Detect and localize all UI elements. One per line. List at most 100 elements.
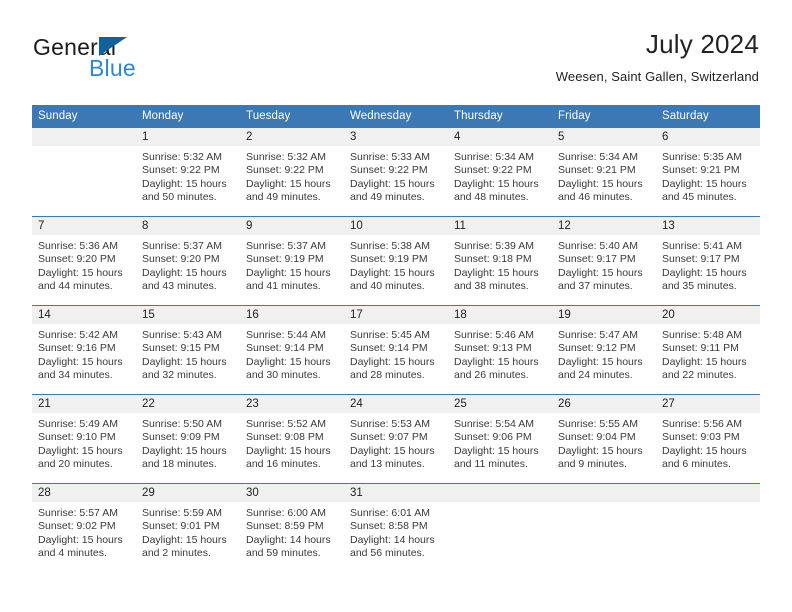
daylight-text-line2: and 44 minutes. xyxy=(38,280,113,293)
sunset-text: Sunset: 9:07 PM xyxy=(350,431,428,444)
weekday-header-friday: Friday xyxy=(552,105,656,128)
page-header: General Blue July 2024 Weesen, Saint Gal… xyxy=(33,28,759,92)
sunset-text: Sunset: 9:09 PM xyxy=(142,431,220,444)
sunrise-text: Sunrise: 5:45 AM xyxy=(350,329,430,341)
sunrise-text: Sunrise: 6:01 AM xyxy=(350,507,430,519)
sunrise-text: Sunrise: 5:49 AM xyxy=(38,418,118,430)
calendar-header-row: Sunday Monday Tuesday Wednesday Thursday… xyxy=(32,105,760,128)
day-cell[interactable]: 2 Sunrise: 5:32 AM Sunset: 9:22 PM Daylight… xyxy=(240,127,344,217)
calendar-body: 1 Sunrise: 5:32 AM Sunset: 9:22 PM Daylight… xyxy=(32,127,760,573)
day-details: Sunrise: 5:39 AM Sunset: 9:18 PM Daylight:… xyxy=(448,235,552,294)
daylight-text-line1: Daylight: 14 hours xyxy=(246,533,331,546)
day-cell[interactable]: 22 Sunrise: 5:50 AM Sunset: 9:09 PM Dayligh… xyxy=(136,394,240,484)
day-number: 5 xyxy=(552,128,656,146)
day-details: Sunrise: 5:49 AM Sunset: 9:10 PM Daylight:… xyxy=(32,413,136,472)
sunset-text: Sunset: 9:14 PM xyxy=(350,342,428,355)
day-number: 31 xyxy=(344,484,448,502)
sunset-text: Sunset: 9:04 PM xyxy=(558,431,636,444)
logo-text-blue: Blue xyxy=(89,55,136,81)
day-number: 8 xyxy=(136,217,240,235)
sunset-text: Sunset: 9:12 PM xyxy=(558,342,636,355)
day-number: 30 xyxy=(240,484,344,502)
sunrise-text: Sunrise: 5:56 AM xyxy=(662,418,742,430)
day-cell[interactable]: 18 Sunrise: 5:46 AM Sunset: 9:13 PM Dayligh… xyxy=(448,305,552,395)
day-cell[interactable]: 23 Sunrise: 5:52 AM Sunset: 9:08 PM Dayligh… xyxy=(240,394,344,484)
daylight-text-line1: Daylight: 15 hours xyxy=(246,266,331,279)
day-cell[interactable]: 10 Sunrise: 5:38 AM Sunset: 9:19 PM Dayligh… xyxy=(344,216,448,306)
daylight-text-line1: Daylight: 15 hours xyxy=(662,355,747,368)
sunset-text: Sunset: 9:19 PM xyxy=(246,253,324,266)
day-cell[interactable]: 4 Sunrise: 5:34 AM Sunset: 9:22 PM Daylight… xyxy=(448,127,552,217)
day-cell[interactable]: 19 Sunrise: 5:47 AM Sunset: 9:12 PM Dayligh… xyxy=(552,305,656,395)
day-cell[interactable]: 7 Sunrise: 5:36 AM Sunset: 9:20 PM Daylight… xyxy=(32,216,136,306)
day-cell[interactable]: 11 Sunrise: 5:39 AM Sunset: 9:18 PM Dayligh… xyxy=(448,216,552,306)
daylight-text-line2: and 40 minutes. xyxy=(350,280,425,293)
sunrise-text: Sunrise: 5:50 AM xyxy=(142,418,222,430)
day-cell[interactable]: 15 Sunrise: 5:43 AM Sunset: 9:15 PM Dayligh… xyxy=(136,305,240,395)
sunrise-text: Sunrise: 5:32 AM xyxy=(246,151,326,163)
day-cell[interactable]: 25 Sunrise: 5:54 AM Sunset: 9:06 PM Dayligh… xyxy=(448,394,552,484)
day-cell[interactable]: 13 Sunrise: 5:41 AM Sunset: 9:17 PM Dayligh… xyxy=(656,216,760,306)
day-details: Sunrise: 6:00 AM Sunset: 8:59 PM Daylight:… xyxy=(240,502,344,561)
day-cell[interactable]: 8 Sunrise: 5:37 AM Sunset: 9:20 PM Daylight… xyxy=(136,216,240,306)
daylight-text-line1: Daylight: 15 hours xyxy=(558,266,643,279)
daylight-text-line2: and 50 minutes. xyxy=(142,191,217,204)
daylight-text-line2: and 11 minutes. xyxy=(454,458,528,471)
daylight-text-line2: and 49 minutes. xyxy=(350,191,425,204)
general-blue-logo: General Blue xyxy=(33,36,203,86)
daylight-text-line2: and 35 minutes. xyxy=(662,280,737,293)
day-cell[interactable]: 27 Sunrise: 5:56 AM Sunset: 9:03 PM Dayligh… xyxy=(656,394,760,484)
day-number: 26 xyxy=(552,395,656,413)
daylight-text-line2: and 9 minutes. xyxy=(558,458,627,471)
day-cell[interactable]: 12 Sunrise: 5:40 AM Sunset: 9:17 PM Dayligh… xyxy=(552,216,656,306)
daylight-text-line2: and 56 minutes. xyxy=(350,547,425,560)
sunrise-text: Sunrise: 5:37 AM xyxy=(246,240,326,252)
day-cell-empty xyxy=(656,483,760,573)
sunrise-text: Sunrise: 5:55 AM xyxy=(558,418,638,430)
day-cell[interactable]: 1 Sunrise: 5:32 AM Sunset: 9:22 PM Daylight… xyxy=(136,127,240,217)
sunrise-text: Sunrise: 5:35 AM xyxy=(662,151,742,163)
day-cell[interactable]: 14 Sunrise: 5:42 AM Sunset: 9:16 PM Dayligh… xyxy=(32,305,136,395)
day-cell[interactable]: 17 Sunrise: 5:45 AM Sunset: 9:14 PM Dayligh… xyxy=(344,305,448,395)
day-cell[interactable]: 29 Sunrise: 5:59 AM Sunset: 9:01 PM Dayligh… xyxy=(136,483,240,573)
calendar-week-row: 7 Sunrise: 5:36 AM Sunset: 9:20 PM Daylight… xyxy=(32,216,760,306)
daylight-text-line2: and 43 minutes. xyxy=(142,280,217,293)
sunrise-text: Sunrise: 5:34 AM xyxy=(558,151,638,163)
daylight-text-line1: Daylight: 15 hours xyxy=(454,177,539,190)
sunset-text: Sunset: 9:01 PM xyxy=(142,520,220,533)
day-cell[interactable]: 24 Sunrise: 5:53 AM Sunset: 9:07 PM Dayligh… xyxy=(344,394,448,484)
day-cell[interactable]: 30 Sunrise: 6:00 AM Sunset: 8:59 PM Dayligh… xyxy=(240,483,344,573)
weekday-header-monday: Monday xyxy=(136,105,240,128)
day-number: 11 xyxy=(448,217,552,235)
sunrise-text: Sunrise: 5:37 AM xyxy=(142,240,222,252)
day-cell[interactable]: 9 Sunrise: 5:37 AM Sunset: 9:19 PM Daylight… xyxy=(240,216,344,306)
day-cell[interactable]: 21 Sunrise: 5:49 AM Sunset: 9:10 PM Dayligh… xyxy=(32,394,136,484)
day-number xyxy=(448,484,552,502)
day-number: 22 xyxy=(136,395,240,413)
sunset-text: Sunset: 9:17 PM xyxy=(558,253,636,266)
daylight-text-line1: Daylight: 15 hours xyxy=(38,355,123,368)
day-details: Sunrise: 5:43 AM Sunset: 9:15 PM Daylight:… xyxy=(136,324,240,383)
day-cell[interactable]: 28 Sunrise: 5:57 AM Sunset: 9:02 PM Dayligh… xyxy=(32,483,136,573)
sunset-text: Sunset: 9:22 PM xyxy=(454,164,532,177)
daylight-text-line2: and 46 minutes. xyxy=(558,191,633,204)
day-number: 28 xyxy=(32,484,136,502)
daylight-text-line2: and 30 minutes. xyxy=(246,369,321,382)
day-cell[interactable]: 20 Sunrise: 5:48 AM Sunset: 9:11 PM Dayligh… xyxy=(656,305,760,395)
day-cell[interactable]: 31 Sunrise: 6:01 AM Sunset: 8:58 PM Dayligh… xyxy=(344,483,448,573)
daylight-text-line1: Daylight: 15 hours xyxy=(662,177,747,190)
sunrise-text: Sunrise: 5:44 AM xyxy=(246,329,326,341)
day-cell[interactable]: 5 Sunrise: 5:34 AM Sunset: 9:21 PM Daylight… xyxy=(552,127,656,217)
day-details: Sunrise: 5:32 AM Sunset: 9:22 PM Daylight:… xyxy=(136,146,240,205)
day-details: Sunrise: 5:56 AM Sunset: 9:03 PM Daylight:… xyxy=(656,413,760,472)
page-title: July 2024 xyxy=(645,29,759,59)
day-cell[interactable]: 26 Sunrise: 5:55 AM Sunset: 9:04 PM Dayligh… xyxy=(552,394,656,484)
day-cell[interactable]: 3 Sunrise: 5:33 AM Sunset: 9:22 PM Daylight… xyxy=(344,127,448,217)
day-cell[interactable]: 6 Sunrise: 5:35 AM Sunset: 9:21 PM Daylight… xyxy=(656,127,760,217)
day-details: Sunrise: 5:53 AM Sunset: 9:07 PM Daylight:… xyxy=(344,413,448,472)
day-cell[interactable]: 16 Sunrise: 5:44 AM Sunset: 9:14 PM Dayligh… xyxy=(240,305,344,395)
sunrise-text: Sunrise: 5:33 AM xyxy=(350,151,430,163)
sunrise-text: Sunrise: 5:46 AM xyxy=(454,329,534,341)
day-number: 20 xyxy=(656,306,760,324)
sunrise-text: Sunrise: 5:59 AM xyxy=(142,507,222,519)
